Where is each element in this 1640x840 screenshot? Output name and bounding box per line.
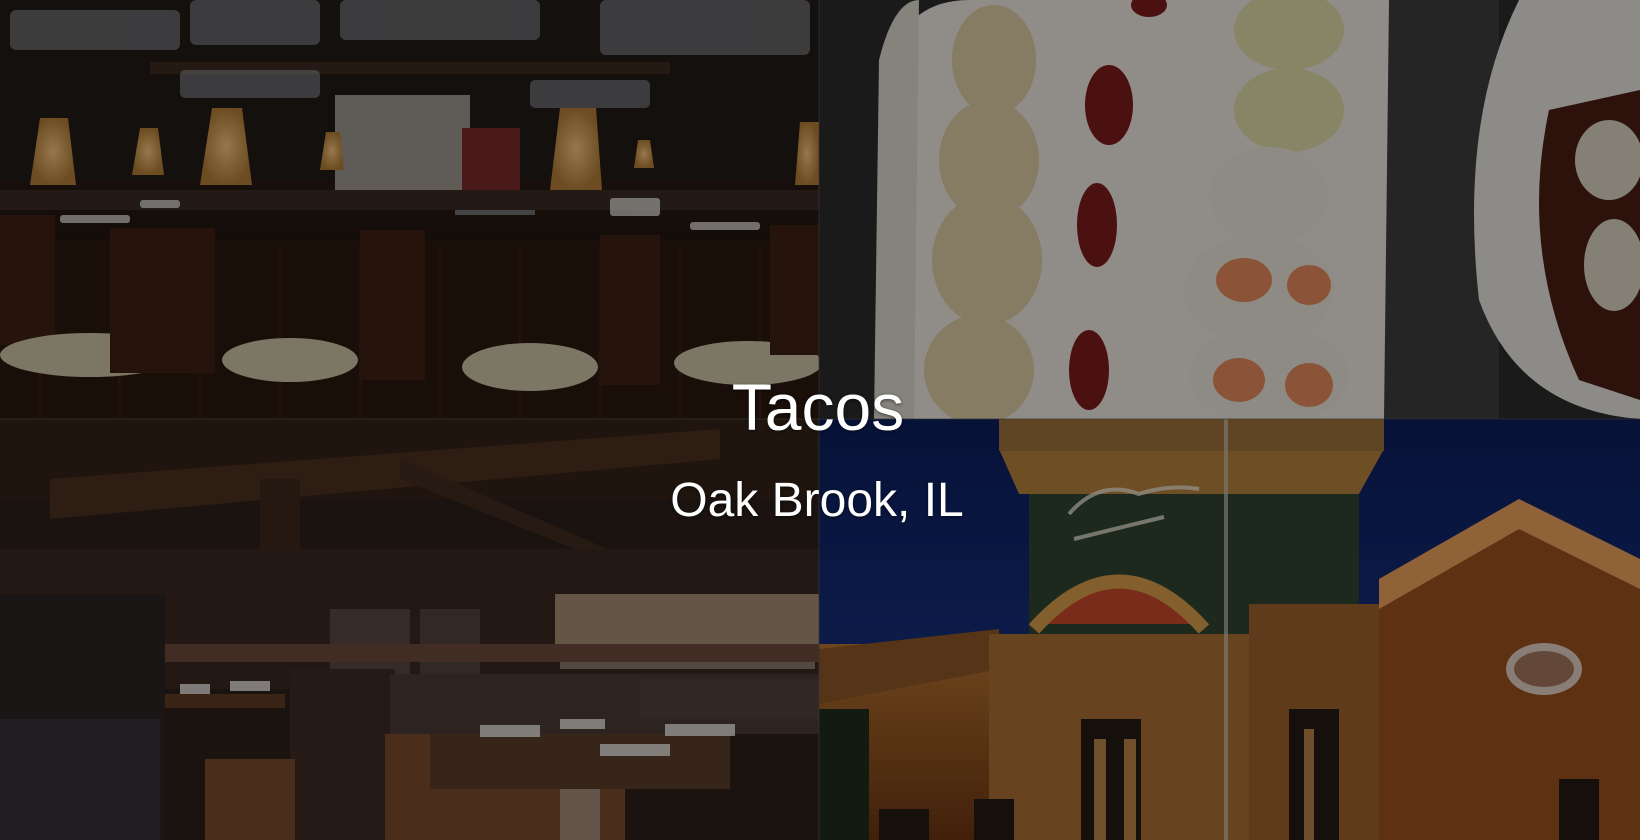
restaurant-category-title: Tacos <box>731 370 905 444</box>
sushi-rolls-photo <box>819 0 1640 419</box>
restaurant-hero: Tacos Oak Brook, IL <box>0 0 1640 840</box>
bar-interior-photo <box>0 0 819 419</box>
restaurant-location: Oak Brook, IL <box>670 474 964 527</box>
